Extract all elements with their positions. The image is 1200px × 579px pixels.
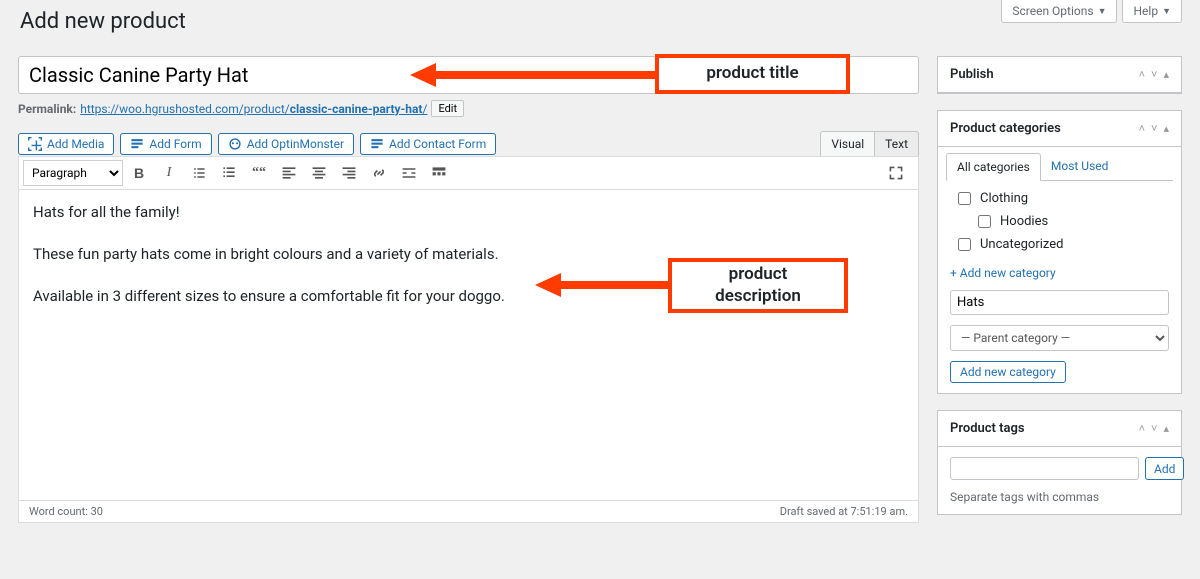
panel-up-icon[interactable]: ˄ [1139,122,1145,135]
content-p3: Available in 3 different sizes to ensure… [33,286,904,308]
toolbar-toggle-button[interactable] [425,160,453,186]
product-title-input[interactable] [18,56,919,94]
edit-permalink-button[interactable]: Edit [431,100,464,117]
product-categories-metabox: Product categories ˄ ˅ ▴ All categories … [937,110,1182,394]
permalink-link[interactable]: https://woo.hgrushosted.com/product/clas… [80,102,427,116]
align-left-button[interactable] [275,160,303,186]
add-media-button[interactable]: Add Media [18,133,114,155]
tab-most-used[interactable]: Most Used [1041,153,1119,180]
add-optinmonster-button[interactable]: Add OptinMonster [218,133,354,155]
add-contact-form-button[interactable]: Add Contact Form [360,133,496,155]
optinmonster-icon [228,137,242,151]
new-category-input[interactable] [950,290,1169,315]
align-right-button[interactable] [335,160,363,186]
publish-title: Publish [950,67,1139,82]
blockquote-button[interactable]: ““ [245,160,273,186]
chevron-down-icon: ▼ [1162,6,1171,17]
format-select[interactable]: Paragraph [23,160,123,186]
screen-options-tab[interactable]: Screen Options ▼ [1001,0,1117,23]
add-tag-button[interactable]: Add [1145,457,1184,480]
category-item[interactable]: Hoodies [974,212,1169,231]
panel-toggle-icon[interactable]: ▴ [1163,422,1169,435]
editor-toolbar: Paragraph B I ““ [18,156,919,190]
draft-saved: Draft saved at 7:51:19 am. [780,505,908,518]
content-p1: Hats for all the family! [33,202,904,224]
content-p2: These fun party hats come in bright colo… [33,244,904,266]
chevron-down-icon: ▼ [1098,6,1107,17]
product-description-editor[interactable]: Hats for all the family! These fun party… [19,190,918,500]
screen-options-label: Screen Options [1012,4,1093,18]
add-new-category-link[interactable]: + Add new category [950,266,1056,280]
bullet-list-button[interactable] [185,160,213,186]
fullscreen-button[interactable] [882,160,910,186]
publish-metabox: Publish ˄ ˅ ▴ [937,56,1182,94]
category-checkbox[interactable] [958,238,971,251]
panel-up-icon[interactable]: ˄ [1139,68,1145,81]
italic-button[interactable]: I [155,160,183,186]
permalink-label: Permalink: [18,102,76,116]
editor-tab-text[interactable]: Text [874,131,919,156]
add-form-button[interactable]: Add Form [120,133,211,155]
numbered-list-button[interactable] [215,160,243,186]
category-item[interactable]: Clothing [954,189,1169,208]
tag-input[interactable] [950,457,1139,480]
help-tab[interactable]: Help ▼ [1122,0,1182,23]
tab-all-categories[interactable]: All categories [946,153,1041,181]
product-tags-metabox: Product tags ˄ ˅ ▴ Add Separate tags wit… [937,410,1182,515]
category-item[interactable]: Uncategorized [954,235,1169,254]
tags-title: Product tags [950,421,1139,436]
panel-toggle-icon[interactable]: ▴ [1163,68,1169,81]
parent-category-select[interactable]: — Parent category — [950,325,1169,351]
panel-up-icon[interactable]: ˄ [1139,422,1145,435]
contact-form-icon [370,137,384,151]
categories-title: Product categories [950,121,1139,136]
bold-button[interactable]: B [125,160,153,186]
link-button[interactable] [365,160,393,186]
tag-hint: Separate tags with commas [950,490,1169,504]
form-icon [130,137,144,151]
category-checkbox[interactable] [978,215,991,228]
word-count: Word count: 30 [29,505,103,518]
more-button[interactable] [395,160,423,186]
panel-down-icon[interactable]: ˅ [1151,422,1157,435]
add-new-category-button[interactable]: Add new category [950,361,1066,383]
panel-down-icon[interactable]: ˅ [1151,122,1157,135]
panel-down-icon[interactable]: ˅ [1151,68,1157,81]
panel-toggle-icon[interactable]: ▴ [1163,122,1169,135]
editor-tab-visual[interactable]: Visual [820,131,874,156]
help-label: Help [1133,4,1158,18]
media-icon [28,137,42,151]
align-center-button[interactable] [305,160,333,186]
category-checkbox[interactable] [958,192,971,205]
